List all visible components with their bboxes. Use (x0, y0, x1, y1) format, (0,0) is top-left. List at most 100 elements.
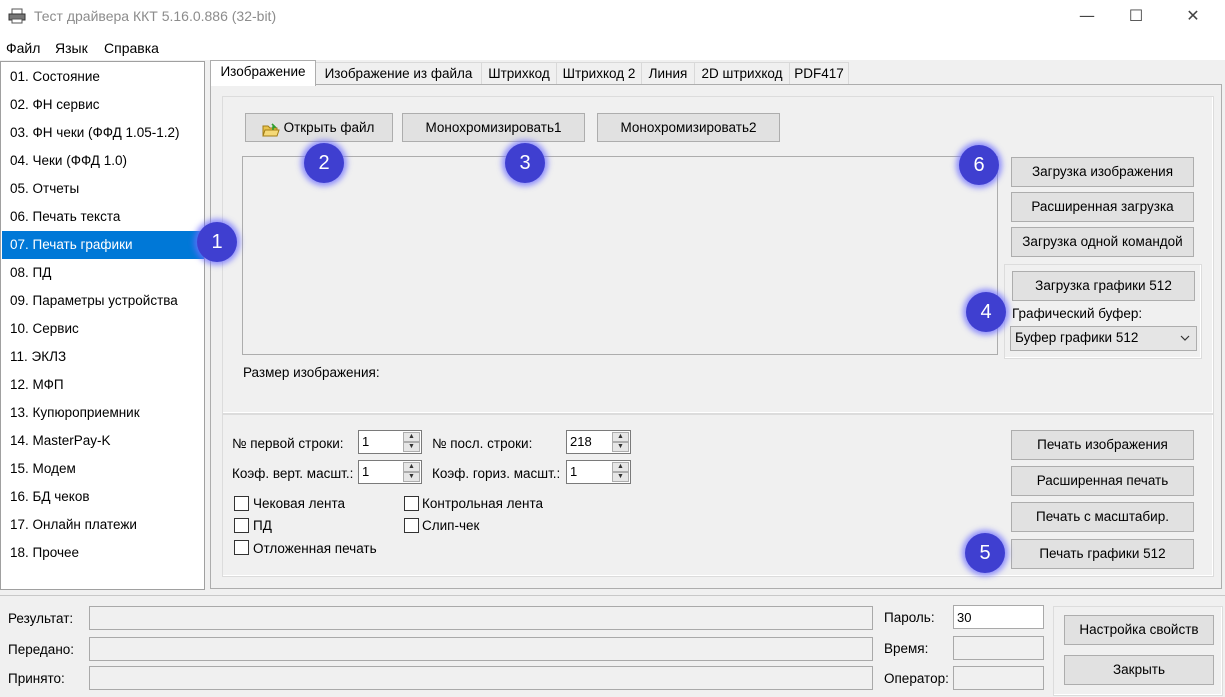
settings-button[interactable]: Настройка свойств (1064, 615, 1214, 645)
operator-field (953, 666, 1044, 690)
sent-field (89, 637, 873, 661)
print-image-button[interactable]: Печать изображения (1011, 430, 1194, 460)
tab-image[interactable]: Изображение (210, 60, 316, 86)
nav-item-mfp[interactable]: 12. МФП (2, 371, 204, 399)
spin-down-icon[interactable]: ▼ (612, 442, 629, 452)
slip-label: Слип-чек (422, 518, 480, 533)
pd-checkbox[interactable] (234, 518, 249, 533)
monochromize2-button[interactable]: Монохромизировать2 (597, 113, 780, 142)
password-value: 30 (957, 610, 972, 625)
nav-item-receipts[interactable]: 04. Чеки (ФФД 1.0) (2, 147, 204, 175)
single-command-load-button[interactable]: Загрузка одной командой (1011, 227, 1194, 257)
nav-item-bill-acceptor[interactable]: 13. Купюроприемник (2, 399, 204, 427)
spin-down-icon[interactable]: ▼ (403, 442, 420, 452)
annotation-badge-3: 3 (505, 143, 545, 183)
deferred-print-checkbox[interactable] (234, 540, 249, 555)
tab-2d-barcode[interactable]: 2D штрихкод (694, 62, 790, 85)
minimize-button[interactable]: — (1064, 0, 1110, 34)
vertical-scale-value: 1 (362, 464, 370, 479)
deferred-print-label: Отложенная печать (253, 541, 377, 556)
nav-item-fn-receipts[interactable]: 03. ФН чеки (ФФД 1.05-1.2) (2, 119, 204, 147)
tab-barcode[interactable]: Штрихкод (481, 62, 557, 85)
time-field (953, 636, 1044, 660)
slip-checkbox[interactable] (404, 518, 419, 533)
menu-help[interactable]: Справка (104, 40, 159, 56)
horizontal-scale-value: 1 (570, 464, 578, 479)
graphics-buffer-select[interactable]: Буфер графики 512 (1010, 326, 1197, 351)
nav-item-status[interactable]: 01. Состояние (2, 63, 204, 91)
result-field (89, 606, 873, 630)
spin-up-icon[interactable]: ▲ (612, 432, 629, 442)
last-line-spinner[interactable]: 218 ▲ ▼ (566, 430, 631, 454)
receipt-tape-checkbox[interactable] (234, 496, 249, 511)
result-label: Результат: (8, 611, 74, 626)
annotation-badge-1: 1 (197, 222, 237, 262)
close-button[interactable]: Закрыть (1064, 655, 1214, 685)
extended-load-button[interactable]: Расширенная загрузка (1011, 192, 1194, 222)
graphics-buffer-label: Графический буфер: (1012, 306, 1143, 321)
nav-item-masterpay[interactable]: 14. MasterPay-K (2, 427, 204, 455)
first-line-spinner[interactable]: 1 ▲ ▼ (358, 430, 422, 454)
nav-item-receipt-db[interactable]: 16. БД чеков (2, 483, 204, 511)
menu-language[interactable]: Язык (55, 40, 88, 56)
nav-item-print-graphics[interactable]: 07. Печать графики (2, 231, 204, 259)
nav-item-modem[interactable]: 15. Модем (2, 455, 204, 483)
image-size-label: Размер изображения: (243, 365, 380, 380)
nav-item-pd[interactable]: 08. ПД (2, 259, 204, 287)
pd-label: ПД (253, 518, 272, 533)
password-label: Пароль: (884, 610, 935, 625)
tab-line[interactable]: Линия (641, 62, 695, 85)
received-field (89, 666, 873, 690)
tab-pdf417[interactable]: PDF417 (789, 62, 849, 85)
annotation-badge-4: 4 (966, 292, 1006, 332)
status-divider (0, 595, 1225, 596)
section-list: 01. Состояние 02. ФН сервис 03. ФН чеки … (0, 61, 205, 590)
nav-item-online-payments[interactable]: 17. Онлайн платежи (2, 511, 204, 539)
vertical-scale-label: Коэф. верт. масшт.: (232, 466, 354, 481)
last-line-label: № посл. строки: (432, 436, 533, 451)
control-tape-checkbox[interactable] (404, 496, 419, 511)
window-title: Тест драйвера ККТ 5.16.0.886 (32-bit) (34, 8, 277, 24)
horizontal-scale-spinner[interactable]: 1 ▲ ▼ (566, 460, 631, 484)
spin-down-icon[interactable]: ▼ (612, 472, 629, 482)
annotation-badge-5: 5 (965, 533, 1005, 573)
tab-barcode-2[interactable]: Штрихкод 2 (556, 62, 642, 85)
nav-item-print-text[interactable]: 06. Печать текста (2, 203, 204, 231)
maximize-button[interactable]: ☐ (1113, 0, 1159, 34)
operator-label: Оператор: (884, 671, 949, 686)
print-graphics-512-button[interactable]: Печать графики 512 (1011, 539, 1194, 569)
nav-item-other[interactable]: 18. Прочее (2, 539, 204, 567)
extended-print-button[interactable]: Расширенная печать (1011, 466, 1194, 496)
tab-image-from-file[interactable]: Изображение из файла (315, 62, 482, 85)
spin-up-icon[interactable]: ▲ (403, 432, 420, 442)
monochromize1-button[interactable]: Монохромизировать1 (402, 113, 585, 142)
control-tape-label: Контрольная лента (422, 496, 544, 511)
graphics-buffer-value: Буфер графики 512 (1015, 330, 1139, 345)
chevron-down-icon (1180, 327, 1190, 356)
open-file-button[interactable]: Открыть файл (245, 113, 393, 142)
horizontal-scale-label: Коэф. гориз. масшт.: (432, 466, 561, 481)
spin-up-icon[interactable]: ▲ (403, 462, 420, 472)
spin-up-icon[interactable]: ▲ (612, 462, 629, 472)
password-input[interactable]: 30 (953, 605, 1044, 629)
menu-bar (0, 34, 1225, 60)
load-graphics-512-button[interactable]: Загрузка графики 512 (1012, 271, 1195, 301)
image-preview (242, 156, 998, 355)
folder-open-icon (262, 120, 280, 147)
load-image-button[interactable]: Загрузка изображения (1011, 157, 1194, 187)
scaled-print-button[interactable]: Печать с масштабир. (1011, 502, 1194, 532)
received-label: Принято: (8, 671, 65, 686)
nav-item-service[interactable]: 10. Сервис (2, 315, 204, 343)
time-label: Время: (884, 641, 929, 656)
nav-item-fn-service[interactable]: 02. ФН сервис (2, 91, 204, 119)
receipt-tape-label: Чековая лента (253, 496, 346, 511)
menu-file[interactable]: Файл (6, 40, 40, 56)
nav-item-reports[interactable]: 05. Отчеты (2, 175, 204, 203)
annotation-badge-2: 2 (304, 143, 344, 183)
nav-item-device-params[interactable]: 09. Параметры устройства (2, 287, 204, 315)
nav-item-eklz[interactable]: 11. ЭКЛЗ (2, 343, 204, 371)
close-window-button[interactable]: ✕ (1170, 0, 1216, 34)
vertical-scale-spinner[interactable]: 1 ▲ ▼ (358, 460, 422, 484)
spin-down-icon[interactable]: ▼ (403, 472, 420, 482)
printer-icon (8, 8, 26, 24)
